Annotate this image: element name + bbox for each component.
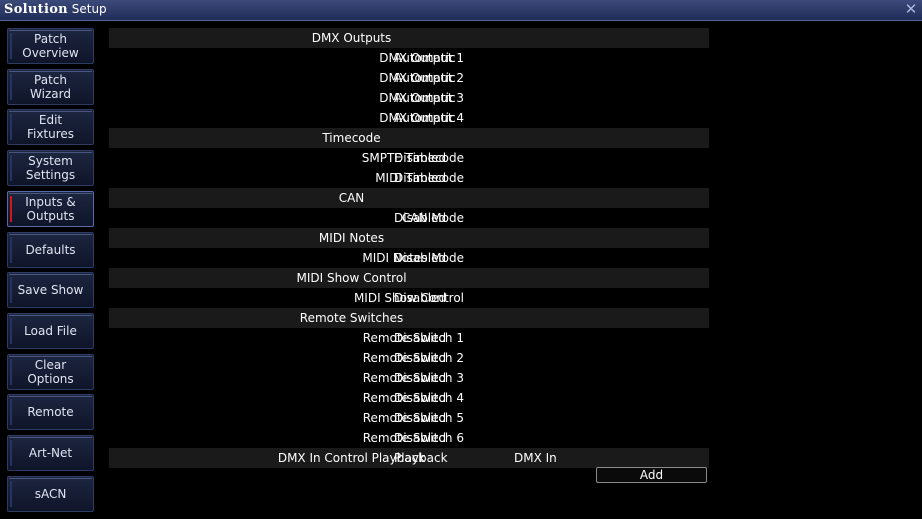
setting-value[interactable]: Disabled xyxy=(394,251,446,265)
sidebar-item-defaults[interactable]: Defaults xyxy=(7,231,94,268)
setting-value[interactable]: Disabled xyxy=(394,431,446,445)
section-title: CAN xyxy=(338,191,365,205)
add-button[interactable]: Add xyxy=(596,467,707,483)
table-row[interactable]: MIDI Show Control Disabled xyxy=(109,288,709,308)
section-title: Timecode xyxy=(322,131,381,145)
sidebar-item-load-file[interactable]: Load File xyxy=(7,312,94,349)
setting-value[interactable]: Disabled xyxy=(394,291,446,305)
sidebar-item-remote[interactable]: Remote xyxy=(7,394,94,431)
section-title: DMX Outputs xyxy=(311,31,392,45)
setting-value[interactable]: Automatic xyxy=(394,51,456,65)
section-title: Remote Switches xyxy=(299,311,404,325)
sidebar-item-label: Load File xyxy=(24,323,77,338)
setting-value[interactable]: Automatic xyxy=(394,71,456,85)
sidebar-item-save-show[interactable]: Save Show xyxy=(7,272,94,309)
setting-value[interactable]: Disabled xyxy=(394,351,446,365)
table-row[interactable]: Remote Switch 6 Disabled xyxy=(109,428,709,448)
sidebar-item-patch-wizard[interactable]: Patch Wizard xyxy=(7,68,94,105)
table-row[interactable]: CAN Mode Disabled xyxy=(109,208,709,228)
table-row[interactable]: DMX Output 1 Automatic xyxy=(109,48,709,68)
window-title: Solution Setup xyxy=(4,2,107,17)
setting-value[interactable]: Disabled xyxy=(394,171,446,185)
setting-value[interactable]: Disabled xyxy=(394,151,446,165)
app-brand: Solution xyxy=(4,2,68,17)
sidebar-item-label: Patch Wizard xyxy=(30,72,71,101)
section-header: DMX Outputs xyxy=(109,28,709,48)
table-row[interactable]: Remote Switch 2 Disabled xyxy=(109,348,709,368)
setting-value[interactable]: Disabled xyxy=(394,411,446,425)
table-row[interactable]: Remote Switch 5 Disabled xyxy=(109,408,709,428)
setting-value[interactable]: Automatic xyxy=(394,111,456,125)
sidebar-item-patch-overview[interactable]: Patch Overview xyxy=(7,28,94,64)
table-row[interactable]: DMX Output 4 Automatic xyxy=(109,108,709,128)
sidebar-item-label: Remote xyxy=(27,405,74,420)
sidebar-item-inputs-outputs[interactable]: Inputs & Outputs xyxy=(7,190,94,227)
section-header: MIDI Notes xyxy=(109,228,709,248)
sidebar-item-label: Inputs & Outputs xyxy=(25,194,76,223)
close-icon[interactable]: ✕ xyxy=(903,0,919,19)
setting-value[interactable]: Disabled xyxy=(394,371,446,385)
section-header: Timecode xyxy=(109,128,709,148)
table-row[interactable]: DMX In Control Playback Playback DMX In xyxy=(109,448,709,468)
sidebar-item-label: sACN xyxy=(34,486,67,501)
section-header: Remote Switches xyxy=(109,308,709,328)
setting-source[interactable]: DMX In xyxy=(514,451,557,465)
setting-value[interactable]: Automatic xyxy=(394,91,456,105)
title-bar: Solution Setup ✕ xyxy=(0,0,922,21)
sidebar-item-label: System Settings xyxy=(25,154,76,183)
table-row[interactable]: DMX Output 2 Automatic xyxy=(109,68,709,88)
setting-value[interactable]: Disabled xyxy=(394,211,446,225)
sidebar-item-clear-options[interactable]: Clear Options xyxy=(7,353,94,390)
setting-value[interactable]: Disabled xyxy=(394,391,446,405)
sidebar-item-label: Art-Net xyxy=(28,446,73,460)
table-row[interactable]: Remote Switch 1 Disabled xyxy=(109,328,709,348)
table-row[interactable]: MIDI Timecode Disabled xyxy=(109,168,709,188)
table-row[interactable]: Remote Switch 4 Disabled xyxy=(109,388,709,408)
sidebar-item-art-net[interactable]: Art-Net xyxy=(7,435,94,471)
setting-value[interactable]: Disabled xyxy=(394,331,446,345)
window-title-text: Setup xyxy=(67,2,107,16)
sidebar-item-label: Patch Overview xyxy=(22,32,79,60)
sidebar-item-label: Edit Fixtures xyxy=(26,113,75,142)
sidebar-item-system-settings[interactable]: System Settings xyxy=(7,150,94,187)
table-row[interactable]: Remote Switch 3 Disabled xyxy=(109,368,709,388)
sidebar-item-label: Save Show xyxy=(17,283,84,298)
setting-value[interactable]: Playback xyxy=(394,451,448,465)
section-header: CAN xyxy=(109,188,709,208)
sidebar-item-label: Clear Options xyxy=(27,357,74,386)
sidebar-item-edit-fixtures[interactable]: Edit Fixtures xyxy=(7,109,94,146)
sidebar-item-sacn[interactable]: sACN xyxy=(7,475,94,512)
section-title: MIDI Show Control xyxy=(296,271,407,285)
section-title: MIDI Notes xyxy=(318,231,385,245)
setup-sidebar: Patch Overview Patch Wizard Edit Fixtures S… xyxy=(7,28,95,519)
sidebar-item-label: Defaults xyxy=(25,242,76,257)
table-row[interactable]: DMX Output 3 Automatic xyxy=(109,88,709,108)
table-row[interactable]: SMPTE Timecode Disabled xyxy=(109,148,709,168)
table-row[interactable]: MIDI Notes Mode Disabled xyxy=(109,248,709,268)
section-header: MIDI Show Control xyxy=(109,268,709,288)
